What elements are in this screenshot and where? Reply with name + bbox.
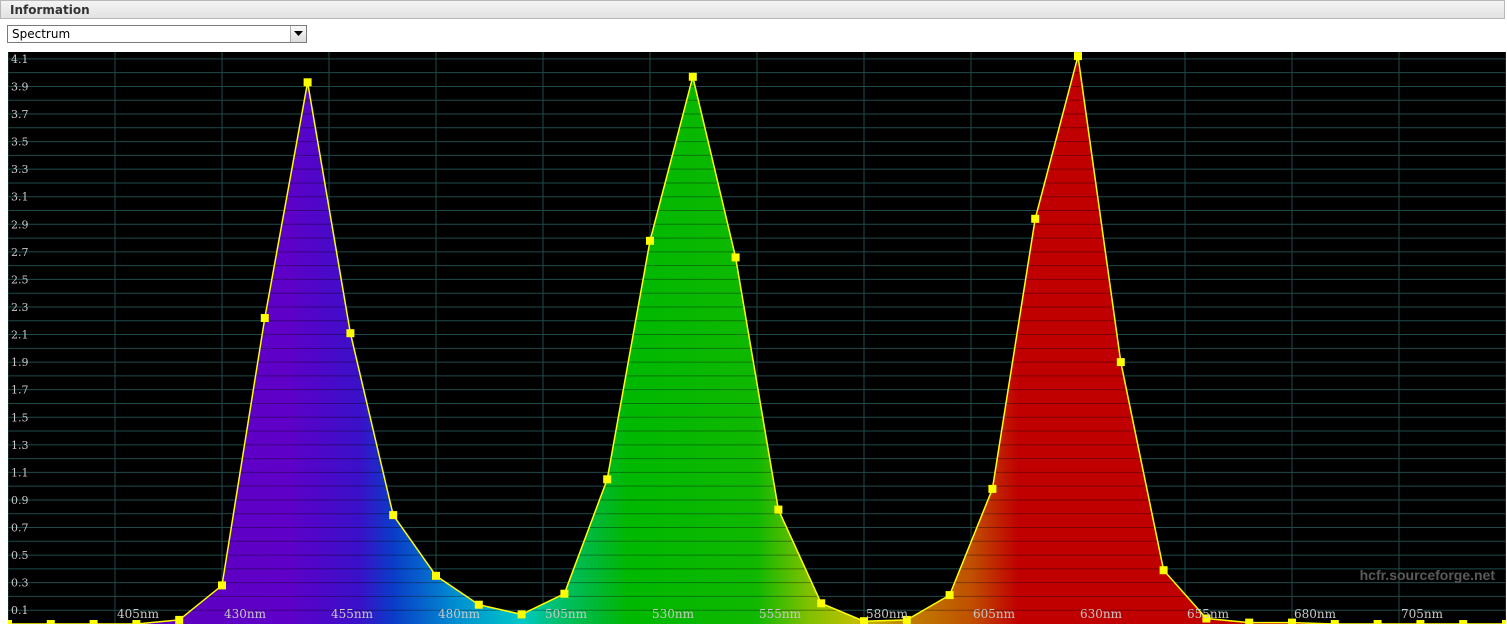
- x-tick-label: 630nm: [1080, 607, 1123, 621]
- data-point: [303, 78, 312, 87]
- panel-header: Information: [0, 0, 1505, 19]
- x-tick-label: 605nm: [973, 607, 1016, 621]
- data-point: [1245, 618, 1254, 624]
- y-tick-label: 2.3: [11, 301, 29, 314]
- y-tick-label: 1.3: [11, 439, 29, 452]
- y-tick-label: 4.1: [11, 53, 29, 66]
- data-point: [1074, 52, 1082, 61]
- data-point: [646, 236, 654, 245]
- data-point: [603, 475, 612, 484]
- y-tick-label: 0.7: [11, 522, 29, 535]
- x-tick-label: 580nm: [866, 607, 909, 621]
- view-select-value: Spectrum: [12, 27, 71, 41]
- y-tick-label: 3.9: [11, 81, 29, 94]
- panel-title: Information: [10, 3, 90, 17]
- data-point: [260, 314, 269, 322]
- data-point: [1116, 358, 1125, 367]
- y-tick-label: 2.9: [11, 218, 29, 231]
- data-point: [988, 484, 997, 493]
- data-point: [1502, 620, 1506, 624]
- y-tick-label: 2.5: [11, 273, 29, 286]
- data-point: [389, 511, 398, 520]
- data-point: [560, 589, 569, 598]
- dropdown-button[interactable]: [290, 26, 306, 42]
- data-point: [1159, 566, 1168, 575]
- data-point: [1459, 620, 1468, 624]
- y-tick-label: 1.9: [11, 356, 29, 369]
- data-point: [1031, 214, 1040, 223]
- chevron-down-icon: [294, 31, 303, 36]
- y-tick-label: 0.3: [11, 577, 29, 590]
- y-tick-label: 0.9: [11, 494, 29, 507]
- x-tick-label: 530nm: [652, 607, 695, 621]
- y-tick-label: 3.7: [11, 108, 29, 121]
- data-point: [432, 571, 440, 580]
- y-tick-label: 2.1: [11, 329, 29, 342]
- x-tick-label: 405nm: [117, 607, 160, 621]
- y-tick-label: 1.7: [11, 384, 29, 397]
- data-point: [688, 72, 697, 81]
- y-tick-label: 2.7: [11, 246, 29, 259]
- y-tick-label: 0.5: [11, 549, 29, 562]
- x-tick-label: 455nm: [331, 607, 374, 621]
- y-tick-label: 0.1: [11, 604, 29, 617]
- y-tick-label: 3.3: [11, 163, 29, 176]
- data-point: [175, 615, 184, 624]
- data-point: [346, 329, 355, 338]
- data-point: [774, 505, 783, 514]
- spectrum-chart: 0.1 0.3 0.5 0.7 0.9 1.1 1.3 1.5 1.7 1.9 2.1 2.3 2.5 2…: [8, 52, 1506, 624]
- data-point: [817, 599, 826, 608]
- y-tick-label: 3.5: [11, 136, 29, 149]
- data-point: [218, 581, 226, 590]
- x-tick-label: 705nm: [1401, 607, 1444, 621]
- data-point: [89, 620, 98, 624]
- data-point: [1373, 620, 1382, 624]
- x-tick-label: 680nm: [1294, 607, 1337, 621]
- toolbar: Spectrum: [0, 20, 1505, 52]
- watermark: hcfr.sourceforge.net: [1360, 567, 1496, 583]
- data-point: [8, 620, 12, 624]
- y-tick-label: 1.1: [11, 466, 29, 479]
- data-point: [731, 253, 740, 262]
- x-tick-label: 655nm: [1187, 607, 1230, 621]
- y-tick-label: 3.1: [11, 191, 29, 204]
- x-tick-label: 555nm: [759, 607, 802, 621]
- view-select[interactable]: Spectrum: [7, 25, 307, 43]
- y-tick-label: 1.5: [11, 411, 29, 424]
- y-axis-labels: 0.1 0.3 0.5 0.7 0.9 1.1 1.3 1.5 1.7 1.9 2.1 2.3 2.5 2…: [11, 53, 29, 617]
- x-tick-label: 480nm: [438, 607, 481, 621]
- x-tick-label: 505nm: [545, 607, 588, 621]
- data-point: [945, 591, 954, 600]
- data-point: [517, 610, 526, 619]
- x-tick-label: 430nm: [224, 607, 267, 621]
- data-point: [46, 620, 55, 624]
